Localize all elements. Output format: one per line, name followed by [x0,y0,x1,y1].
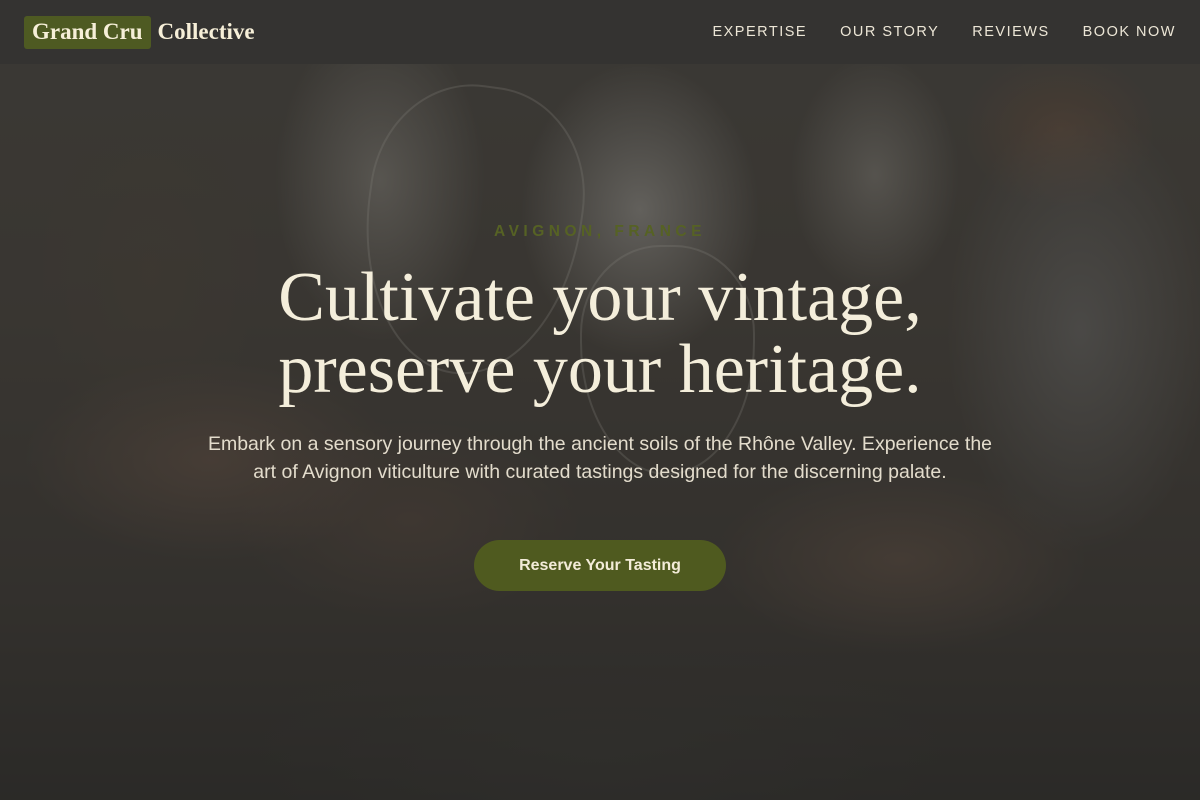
nav-item-book-now[interactable]: BOOK NOW [1083,24,1176,40]
nav-item-expertise[interactable]: EXPERTISE [712,24,807,40]
hero-headline: Cultivate your vintage, preserve your he… [0,262,1200,406]
nav-item-reviews[interactable]: REVIEWS [972,24,1049,40]
reserve-tasting-button[interactable]: Reserve Your Tasting [474,540,726,591]
logo-text: Collective [157,19,255,44]
logo-badge: Grand Cru [24,15,151,49]
hero-headline-line-2: preserve your heritage. [278,331,922,408]
main-nav: EXPERTISE OUR STORY REVIEWS BOOK NOW [679,24,1176,40]
nav-item-our-story[interactable]: OUR STORY [840,24,939,40]
hero-description: Embark on a sensory journey through the … [207,433,993,483]
hero-location: AVIGNON, FRANCE [494,223,706,240]
site-header: Grand Cru Collective EXPERTISE OUR STORY… [0,0,1200,64]
hero-headline-line-1: Cultivate your vintage, [278,259,922,336]
landing-page: Grand Cru Collective EXPERTISE OUR STORY… [0,0,1200,800]
logo[interactable]: Grand Cru Collective [24,15,255,49]
